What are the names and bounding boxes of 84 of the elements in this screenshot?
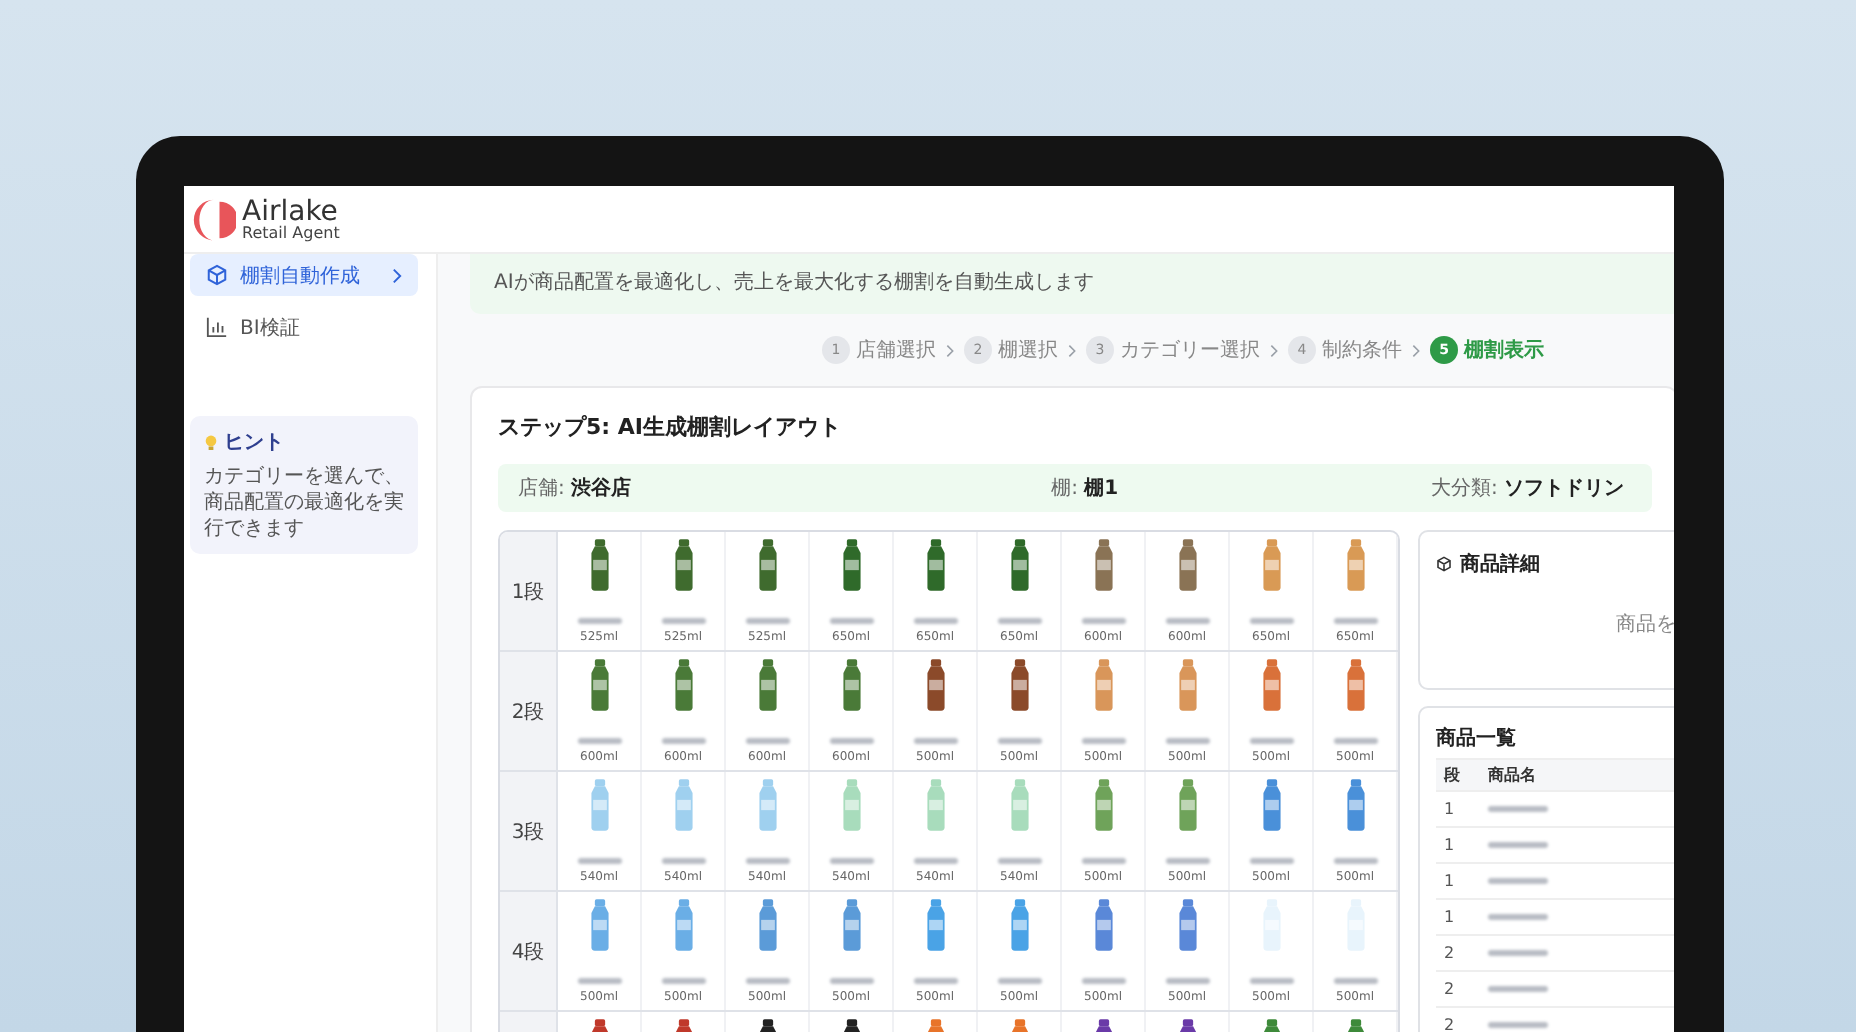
blurred-label <box>1081 978 1125 984</box>
blurred-label <box>1249 618 1293 624</box>
card-title: ステップ5: AI生成棚割レイアウト <box>498 416 843 440</box>
blurred-label <box>745 978 789 984</box>
logo-icon <box>192 197 236 241</box>
blurred-label <box>1488 842 1548 848</box>
blurred-label <box>745 858 789 864</box>
cube-icon <box>206 264 228 286</box>
blurred-label <box>1488 914 1548 920</box>
blurred-label <box>997 738 1041 744</box>
shelf-header-cell: 2段 <box>500 652 558 770</box>
empty-message: 商品を <box>1616 611 1674 638</box>
column-header: 段 <box>1441 764 1462 786</box>
panel-title: 商品一覧 <box>1436 724 1518 752</box>
chevron-right-icon <box>1412 343 1420 357</box>
table-cell-text: 2 <box>1442 944 1457 962</box>
blurred-label <box>661 858 705 864</box>
chevron-right-icon <box>946 343 954 357</box>
blurred-label <box>913 858 957 864</box>
blurred-label <box>577 978 621 984</box>
blurred-label <box>997 858 1041 864</box>
blurred-label <box>913 978 957 984</box>
blurred-label <box>829 978 873 984</box>
blurred-label <box>1249 978 1293 984</box>
column-header: 商品名 <box>1486 764 1538 786</box>
blurred-label <box>1488 1022 1548 1028</box>
table-cell-text: 2 <box>1442 1016 1457 1032</box>
blurred-label <box>1333 738 1377 744</box>
blurred-label <box>1249 738 1293 744</box>
blurred-label <box>1165 858 1209 864</box>
blurred-label <box>997 978 1041 984</box>
blurred-label <box>1165 978 1209 984</box>
panel-title: 商品詳細 <box>1460 550 1540 578</box>
cube-icon <box>1436 556 1452 572</box>
blurred-label <box>1249 858 1293 864</box>
blurred-label <box>1333 858 1377 864</box>
info-field: 棚: 棚1 <box>1051 474 1119 502</box>
blurred-label <box>997 618 1041 624</box>
banner-text: AIが商品配置を最適化し、売上を最大化する棚割を自動生成します <box>494 272 1094 294</box>
info-field: 大分類: ソフトドリン <box>1430 474 1652 502</box>
table-cell-text: 1 <box>1442 908 1457 926</box>
shelf-header-cell: 3段 <box>500 772 558 890</box>
blurred-label <box>1333 978 1377 984</box>
lightbulb-icon <box>204 433 218 451</box>
sidebar-item[interactable]: BI検証 <box>190 306 418 348</box>
blurred-label <box>1488 950 1548 956</box>
blurred-label <box>913 738 957 744</box>
logo-name: Airlake <box>242 197 338 225</box>
table-cell-text: 1 <box>1442 872 1457 890</box>
blurred-label <box>577 738 621 744</box>
table-cell-text: 1 <box>1442 800 1457 818</box>
blurred-label <box>1165 738 1209 744</box>
blurred-label <box>745 618 789 624</box>
hint-text: カテゴリーを選んで、商品配置の最適化を実行できます <box>204 464 404 542</box>
blurred-label <box>1488 806 1548 812</box>
blurred-label <box>1488 986 1548 992</box>
blurred-label <box>1165 618 1209 624</box>
blurred-label <box>829 618 873 624</box>
shelf-header-cell: 1段 <box>500 532 558 650</box>
blurred-label <box>1081 858 1125 864</box>
blurred-label <box>1333 618 1377 624</box>
blurred-label <box>829 858 873 864</box>
blurred-label <box>577 618 621 624</box>
blurred-label <box>661 738 705 744</box>
blurred-label <box>577 858 621 864</box>
blurred-label <box>1081 618 1125 624</box>
blurred-label <box>1488 878 1548 884</box>
shelf-header-cell: 4段 <box>500 892 558 1010</box>
blurred-label <box>829 738 873 744</box>
info-field: 店舗: 渋谷店 <box>518 474 632 502</box>
blurred-label <box>661 618 705 624</box>
logo-tagline: Retail Agent <box>242 225 340 241</box>
chevron-right-icon <box>1068 343 1076 357</box>
table-cell-text: 1 <box>1442 836 1457 854</box>
sidebar-item[interactable]: 棚割自動作成 <box>190 254 418 296</box>
table-cell-text: 2 <box>1442 980 1457 998</box>
blurred-label <box>1081 738 1125 744</box>
blurred-label <box>661 978 705 984</box>
blurred-label <box>745 738 789 744</box>
chevron-right-icon <box>1270 343 1278 357</box>
bar-chart-icon <box>206 316 228 338</box>
chevron-right-icon <box>392 267 402 283</box>
hint-title: ヒント <box>224 430 284 456</box>
blurred-label <box>913 618 957 624</box>
